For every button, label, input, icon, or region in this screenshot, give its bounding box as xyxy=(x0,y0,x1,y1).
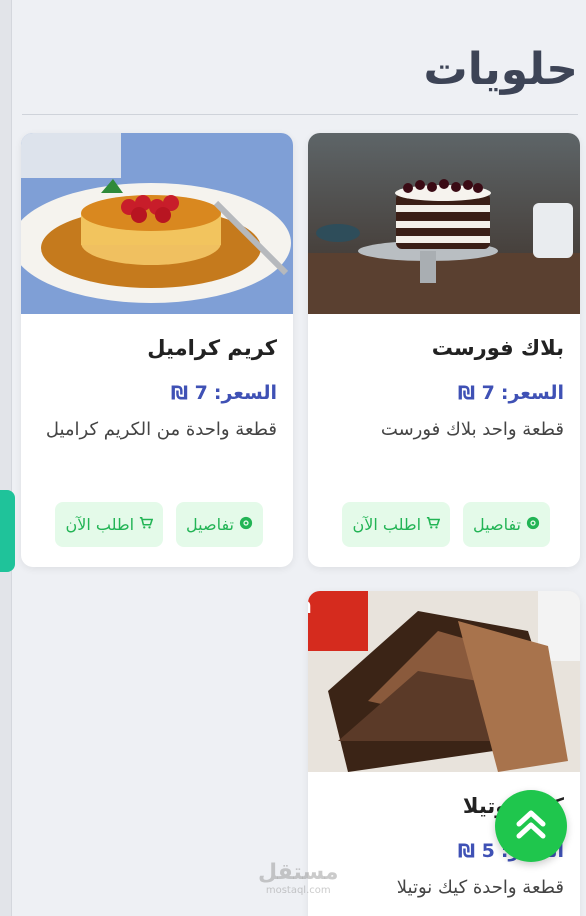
price-value: 5 ₪ xyxy=(457,840,495,862)
side-tab-handle[interactable] xyxy=(0,490,15,572)
eye-icon xyxy=(526,515,540,534)
watermark-text: مستقل xyxy=(258,860,339,885)
product-title: كريم كراميل xyxy=(147,336,277,360)
product-image-black-forest xyxy=(308,133,580,314)
section-divider xyxy=(22,114,578,115)
price-value: 7 ₪ xyxy=(170,382,208,404)
scroll-to-top-button[interactable] xyxy=(495,790,567,862)
order-now-button[interactable]: اطلب الآن xyxy=(342,502,451,547)
product-description: قطعة واحد بلاك فورست xyxy=(380,419,564,440)
order-label: اطلب الآن xyxy=(65,515,135,534)
watermark-logo: مستقل mostaql.com xyxy=(258,862,338,896)
price-row: السعر: 7 ₪ xyxy=(324,382,564,404)
watermark-subtext: mostaql.com xyxy=(265,885,331,896)
order-now-button[interactable]: اطلب الآن xyxy=(55,502,164,547)
order-label: اطلب الآن xyxy=(352,515,422,534)
price-row: السعر: 7 ₪ xyxy=(37,382,277,404)
eye-icon xyxy=(239,515,253,534)
svg-text:ella: ella xyxy=(308,594,312,619)
product-card-black-forest: بلاك فورست السعر: 7 ₪ قطعة واحد بلاك فور… xyxy=(308,133,580,567)
cart-icon xyxy=(139,515,154,534)
price-value: 7 ₪ xyxy=(457,382,495,404)
product-title: بلاك فورست xyxy=(431,336,564,360)
product-description: قطعة واحدة كيك نوتيلا xyxy=(396,877,564,898)
cart-icon xyxy=(426,515,441,534)
details-label: تفاصيل xyxy=(186,515,234,534)
product-card-nutella-cake: ella كيك نوتيلا السعر: 5 ₪ قطعة واحدة كي… xyxy=(308,591,580,916)
section-title: حلويات xyxy=(423,44,578,95)
double-chevron-up-icon xyxy=(511,804,551,848)
product-image-nutella-cake: ella xyxy=(308,591,580,772)
left-scroll-rail xyxy=(0,0,12,916)
product-card-creme-caramel: كريم كراميل السعر: 7 ₪ قطعة واحدة من الك… xyxy=(21,133,293,567)
price-label: السعر: xyxy=(213,382,277,404)
details-button[interactable]: تفاصيل xyxy=(463,502,550,547)
details-button[interactable]: تفاصيل xyxy=(176,502,263,547)
product-image-creme-caramel xyxy=(21,133,293,314)
price-label: السعر: xyxy=(500,382,564,404)
details-label: تفاصيل xyxy=(473,515,521,534)
product-description: قطعة واحدة من الكريم كراميل xyxy=(45,419,277,440)
